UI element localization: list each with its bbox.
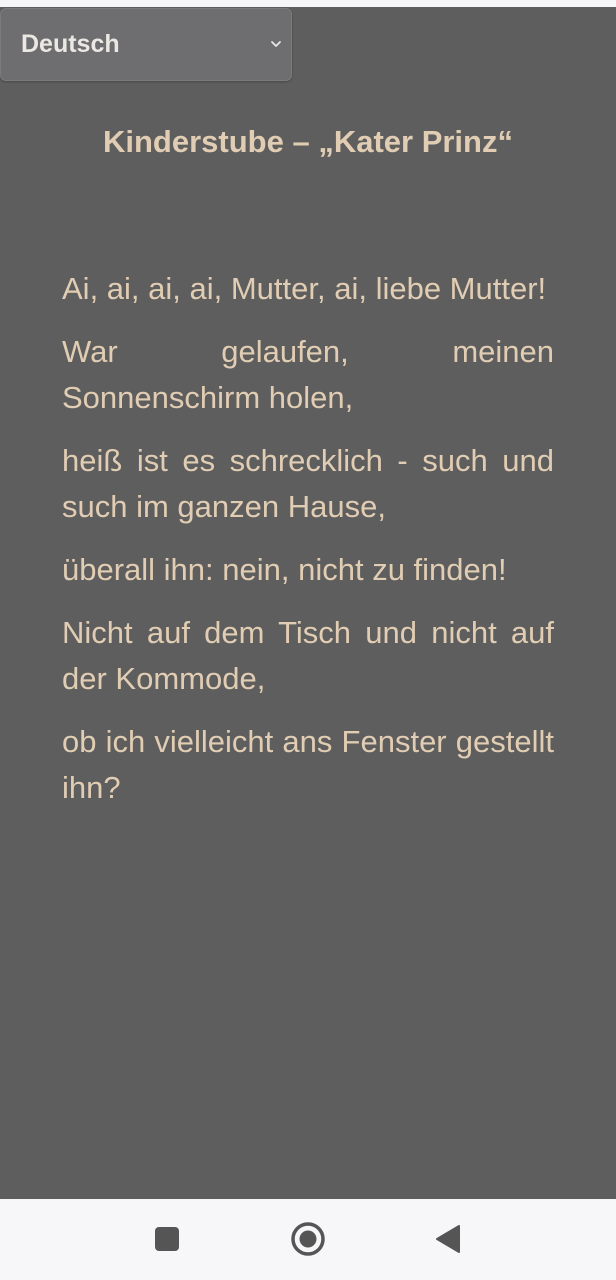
- recents-button[interactable]: [145, 1217, 189, 1261]
- poem-verse: ob ich vielleicht ans Fenster gestellt i…: [62, 724, 554, 805]
- square-icon: [155, 1227, 179, 1251]
- chevron-down-icon: [271, 41, 281, 47]
- home-button[interactable]: [286, 1217, 330, 1261]
- status-bar-strip: [0, 0, 616, 7]
- circle-icon: [291, 1222, 325, 1256]
- poem-text: Ai, ai, ai, ai, Mutter, ai, liebe Mutter…: [62, 266, 554, 828]
- poem-verse: War gelaufen, meinen Sonnenschirm holen,: [62, 334, 554, 415]
- language-select[interactable]: Deutsch: [0, 8, 292, 81]
- poem-verse: Nicht auf dem Tisch und nicht auf der Ko…: [62, 615, 554, 696]
- poem-verse: Ai, ai, ai, ai, Mutter, ai, liebe Mutter…: [62, 271, 547, 306]
- language-select-value: Deutsch: [21, 30, 120, 58]
- android-navigation-bar: [0, 1199, 616, 1280]
- poem-verse: heiß ist es schrecklich - such und such …: [62, 443, 554, 524]
- back-button[interactable]: [426, 1217, 470, 1261]
- poem-title: Kinderstube – „Kater Prinz“: [103, 124, 513, 159]
- poem-verse: überall ihn: nein, nicht zu finden!: [62, 552, 507, 587]
- triangle-back-icon: [436, 1225, 460, 1253]
- app-screen: Deutsch Kinderstube – „Kater Prinz“ Ai, …: [0, 0, 616, 1280]
